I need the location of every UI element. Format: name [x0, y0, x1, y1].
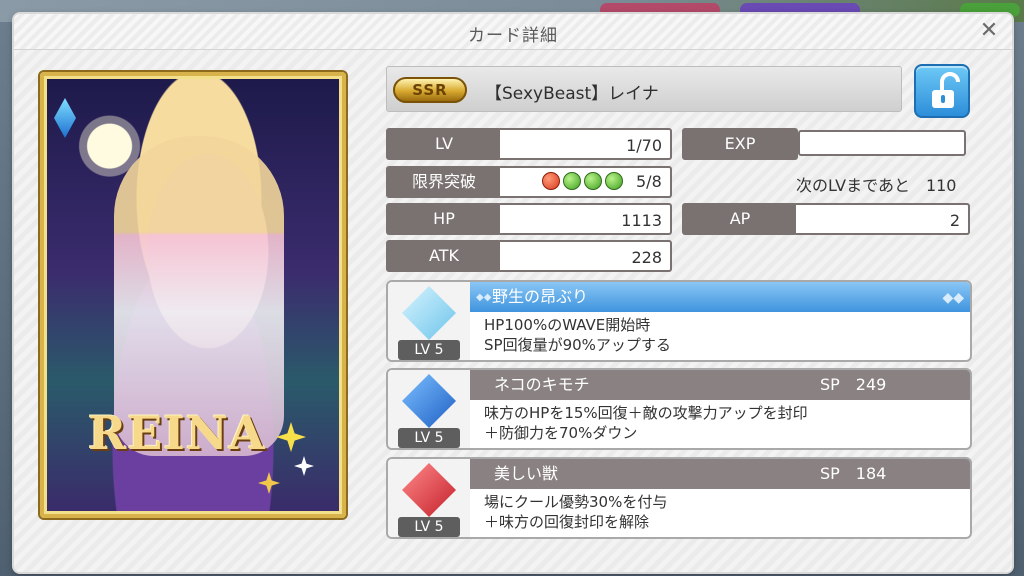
close-icon[interactable]: ✕ — [976, 18, 1002, 44]
skill-desc-line: SP回復量が90%アップする — [484, 336, 671, 354]
shield-down-icon — [402, 374, 456, 428]
ap-value: 2 — [796, 203, 970, 235]
hp-label: HP — [386, 203, 502, 235]
limit-break-orb-icon — [584, 172, 602, 190]
skill-name: 美しい獣 — [494, 464, 559, 483]
star-icon — [258, 472, 280, 494]
skill-name-bar: ◆◆ 野生の昂ぶり ◆◆ — [470, 282, 970, 312]
limit-break-orb-icon — [542, 172, 560, 190]
element-gem-icon — [54, 98, 76, 138]
rarity-badge: SSR — [393, 77, 467, 103]
skill-panel-passive[interactable]: LV 5 ◆◆ 野生の昂ぶり ◆◆ HP100%のWAVE開始時 SP回復量が9… — [386, 280, 972, 362]
dialog-titlebar: カード詳細 ✕ — [14, 14, 1012, 50]
card-name-bar: SSR 【SexyBeast】レイナ — [386, 66, 902, 112]
card-name: 【SexyBeast】レイナ — [485, 84, 659, 104]
lv-label: LV — [386, 128, 502, 160]
sword-up-icon — [402, 463, 456, 517]
skill-desc-line: ＋防御力を70%ダウン — [484, 424, 638, 442]
card-artwork: REINA — [40, 72, 346, 518]
sparkle-icon: ◆◆ — [942, 290, 964, 306]
limit-break-label: 限界突破 — [386, 166, 502, 198]
skill-desc-line: ＋味方の回復封印を解除 — [484, 513, 650, 531]
skill-name: ネコのキモチ — [494, 375, 590, 394]
skill-name-bar: 美しい獣 SP 184 — [470, 459, 970, 489]
exp-label: EXP — [682, 128, 798, 160]
exp-bar — [798, 130, 966, 156]
skill-description: 場にクール優勢30%を付与 ＋味方の回復封印を解除 — [484, 492, 964, 532]
lv-value: 1/70 — [500, 128, 672, 160]
skill-panel-active-1[interactable]: LV 5 ネコのキモチ SP 249 味方のHPを15%回復＋敵の攻撃力アップを… — [386, 368, 972, 450]
dialog-title: カード詳細 — [468, 26, 558, 46]
limit-break-orb-icon — [605, 172, 623, 190]
lock-toggle-button[interactable] — [914, 64, 970, 118]
unlock-icon — [932, 72, 960, 108]
card-art-name: REINA — [88, 406, 266, 460]
skill-level: LV 5 — [398, 428, 460, 448]
limit-break-value: 5/8 — [636, 172, 662, 191]
skill-level: LV 5 — [398, 340, 460, 360]
ap-label: AP — [682, 203, 798, 235]
skill-name-bar: ネコのキモチ SP 249 — [470, 370, 970, 400]
atk-value: 228 — [500, 240, 672, 272]
limit-break-orbs — [542, 172, 623, 190]
skill-level: LV 5 — [398, 517, 460, 537]
skill-description: 味方のHPを15%回復＋敵の攻撃力アップを封印 ＋防御力を70%ダウン — [484, 403, 964, 443]
passive-crystal-icon — [402, 286, 456, 340]
limit-break-orb-icon — [563, 172, 581, 190]
sparkle-icon: ◆◆ — [476, 292, 492, 303]
skill-description: HP100%のWAVE開始時 SP回復量が90%アップする — [484, 315, 964, 355]
skill-sp-cost: SP 249 — [820, 375, 887, 394]
skill-desc-line: 場にクール優勢30%を付与 — [484, 493, 668, 511]
skill-desc-line: 味方のHPを15%回復＋敵の攻撃力アップを封印 — [484, 404, 808, 422]
skill-sp-cost: SP 184 — [820, 464, 887, 483]
skill-icon-container: LV 5 — [388, 370, 470, 448]
skill-icon-container: LV 5 — [388, 282, 470, 360]
skill-icon-container: LV 5 — [388, 459, 470, 537]
skill-panel-active-2[interactable]: LV 5 美しい獣 SP 184 場にクール優勢30%を付与 ＋味方の回復封印を… — [386, 457, 972, 539]
skill-desc-line: HP100%のWAVE開始時 — [484, 316, 651, 334]
skill-name: 野生の昂ぶり — [492, 287, 589, 306]
atk-label: ATK — [386, 240, 502, 272]
star-icon — [294, 456, 314, 476]
next-level-text: 次のLVまであと 110 — [796, 176, 957, 195]
hp-value: 1113 — [500, 203, 672, 235]
